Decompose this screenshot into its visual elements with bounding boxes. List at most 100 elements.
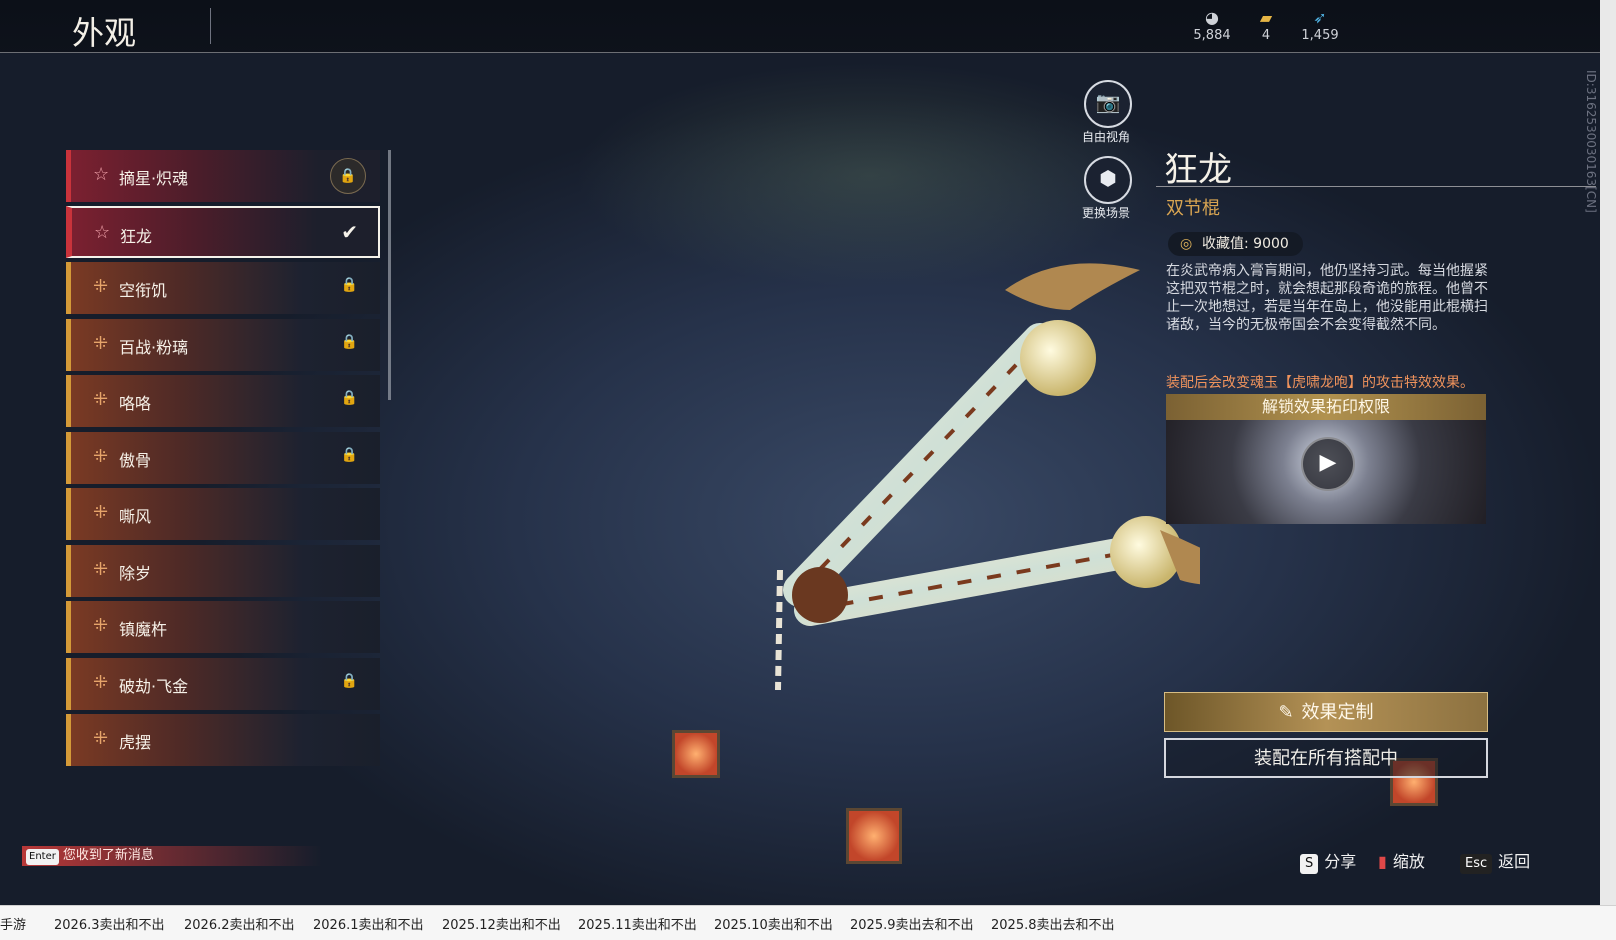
cross-icon: ⁜	[93, 333, 109, 354]
item-label: 傲骨	[119, 451, 152, 470]
feather-icon: ➶	[1313, 8, 1327, 27]
unlock-effect-title: 解锁效果拓印权限	[1166, 394, 1486, 420]
cross-icon: ⁜	[93, 728, 109, 749]
list-item[interactable]: ⁜ 虎摆	[66, 714, 380, 766]
lock-icon: 🔒	[340, 334, 358, 350]
cross-icon: ⁜	[93, 615, 109, 636]
checkmark-icon: ✔	[341, 220, 358, 244]
appearance-list: ☆ 摘星·炽魂 🔒 ☆ 狂龙 ✔ ⁜ 空衔饥 🔒 ⁜ 百战·粉璃 🔒 ⁜ 咯咯 …	[66, 150, 382, 795]
item-label: 嘶风	[119, 507, 152, 526]
nunchaku-weapon-model[interactable]	[740, 250, 1200, 710]
list-item[interactable]: ⁜ 百战·粉璃 🔒	[66, 319, 380, 371]
effect-note: 装配后会改变魂玉【虎啸龙咆】的攻击特效效果。	[1166, 375, 1474, 391]
currency-value: 5,884	[1193, 28, 1231, 43]
item-label: 咯咯	[119, 394, 152, 413]
item-label: 除岁	[119, 564, 152, 583]
star-icon: ☆	[93, 164, 110, 185]
scene-cube-icon[interactable]: ⬢	[1084, 156, 1132, 204]
cross-icon: ⁜	[93, 672, 109, 693]
zoom-hint[interactable]: ▮ 缩放	[1378, 848, 1425, 872]
sheet-tab[interactable]: 手游	[0, 914, 26, 933]
player-id: ID:3162530030163[CN]	[1584, 70, 1598, 213]
lock-icon: 🔒	[340, 277, 358, 293]
item-label: 百战·粉璃	[119, 338, 189, 357]
weapon-type: 双节棍	[1166, 198, 1220, 219]
list-item[interactable]: ⁜ 空衔饥 🔒	[66, 262, 380, 314]
item-label: 破劫·飞金	[119, 677, 189, 696]
item-label: 摘星·炽魂	[119, 169, 189, 188]
effect-preview-video[interactable]: ▶	[1166, 420, 1486, 524]
sheet-tab[interactable]: 2025.11卖出和不出	[578, 914, 697, 933]
sheet-tab[interactable]: 2025.12卖出和不出	[442, 914, 561, 933]
lantern-decoration	[846, 808, 902, 864]
sheet-tab[interactable]: 2026.2卖出和不出	[184, 914, 295, 933]
free-view-label: 自由视角	[1081, 130, 1130, 144]
play-icon[interactable]: ▶	[1301, 437, 1355, 491]
cross-icon: ⁜	[93, 389, 109, 410]
divider	[1156, 186, 1596, 187]
currency-value: 4	[1261, 28, 1271, 43]
sheet-tab[interactable]: 2025.9卖出去和不出	[850, 914, 974, 933]
brush-icon: ✎	[1278, 702, 1294, 723]
item-label: 狂龙	[120, 227, 153, 246]
button-label: 效果定制	[1301, 702, 1374, 723]
equip-all-button[interactable]: 装配在所有搭配中	[1164, 738, 1488, 778]
currency-ticket: ▰ 4	[1236, 8, 1296, 43]
collection-label: 收藏值: 9000	[1202, 236, 1289, 252]
weapon-name: 狂龙	[1164, 150, 1232, 190]
camera-icon[interactable]: 📷	[1084, 80, 1132, 128]
sheet-tab[interactable]: 2025.10卖出和不出	[714, 914, 833, 933]
divider	[210, 8, 211, 44]
cross-icon: ⁜	[93, 502, 109, 523]
list-scrollbar[interactable]	[388, 150, 391, 400]
new-message-notice[interactable]: Enter 您收到了新消息	[22, 846, 322, 866]
star-icon: ☆	[94, 222, 111, 243]
list-item[interactable]: ⁜ 破劫·飞金 🔒	[66, 658, 380, 710]
enter-key-icon: Enter	[26, 849, 59, 865]
item-label: 空衔饥	[119, 281, 168, 300]
back-label: 返回	[1498, 852, 1531, 871]
share-hint[interactable]: S 分享	[1300, 848, 1356, 874]
item-label: 虎摆	[119, 733, 152, 752]
cross-icon: ⁜	[93, 276, 109, 297]
sheet-tab[interactable]: 2026.3卖出和不出	[54, 914, 165, 933]
sheet-tab[interactable]: 2025.8卖出去和不出	[991, 914, 1115, 933]
page-title: 外观	[72, 14, 137, 52]
list-item[interactable]: ☆ 摘星·炽魂 🔒	[66, 150, 380, 202]
currency-moon-coin: ◕ 5,884	[1182, 8, 1242, 43]
sheet-tab[interactable]: 2026.1卖出和不出	[313, 914, 424, 933]
esc-key-icon: Esc	[1460, 854, 1493, 874]
lock-icon: 🔒	[340, 447, 358, 463]
moon-coin-icon: ◕	[1205, 8, 1219, 27]
mouse-icon: ▮	[1378, 852, 1387, 871]
currency-value: 1,459	[1301, 28, 1339, 43]
top-bar: 外观 ◕ 5,884 ▰ 4 ➶ 1,459	[0, 0, 1600, 53]
lantern-decoration	[672, 730, 720, 778]
message-text: 您收到了新消息	[62, 848, 154, 863]
sheet-tab-bar: 手游 2026.3卖出和不出 2026.2卖出和不出 2026.1卖出和不出 2…	[0, 905, 1616, 940]
game-scene: 外观 ◕ 5,884 ▰ 4 ➶ 1,459 ID:3162530030163[…	[0, 0, 1600, 905]
lock-icon: 🔒	[340, 673, 358, 689]
back-hint[interactable]: Esc 返回	[1460, 848, 1530, 874]
collection-value-badge: ◎ 收藏值: 9000	[1168, 232, 1303, 256]
window-edge	[1600, 0, 1616, 905]
effect-customize-button[interactable]: ✎ 效果定制	[1164, 692, 1488, 732]
cross-icon: ⁜	[93, 559, 109, 580]
list-item[interactable]: ⁜ 傲骨 🔒	[66, 432, 380, 484]
list-item[interactable]: ⁜ 镇魔杵	[66, 601, 380, 653]
ticket-icon: ▰	[1259, 8, 1273, 27]
s-key-icon: S	[1300, 854, 1319, 874]
change-scene-label: 更换场景	[1081, 206, 1130, 220]
cross-icon: ⁜	[93, 446, 109, 467]
list-item[interactable]: ⁜ 除岁	[66, 545, 380, 597]
list-item[interactable]: ⁜ 嘶风	[66, 488, 380, 540]
lock-icon: 🔒	[330, 158, 366, 194]
share-label: 分享	[1324, 852, 1357, 871]
collection-icon: ◎	[1180, 236, 1193, 252]
list-item[interactable]: ⁜ 咯咯 🔒	[66, 375, 380, 427]
currency-feather: ➶ 1,459	[1290, 8, 1350, 43]
lock-icon: 🔒	[340, 390, 358, 406]
zoom-label: 缩放	[1392, 852, 1425, 871]
list-item-selected[interactable]: ☆ 狂龙 ✔	[66, 206, 380, 258]
item-label: 镇魔杵	[119, 620, 168, 639]
